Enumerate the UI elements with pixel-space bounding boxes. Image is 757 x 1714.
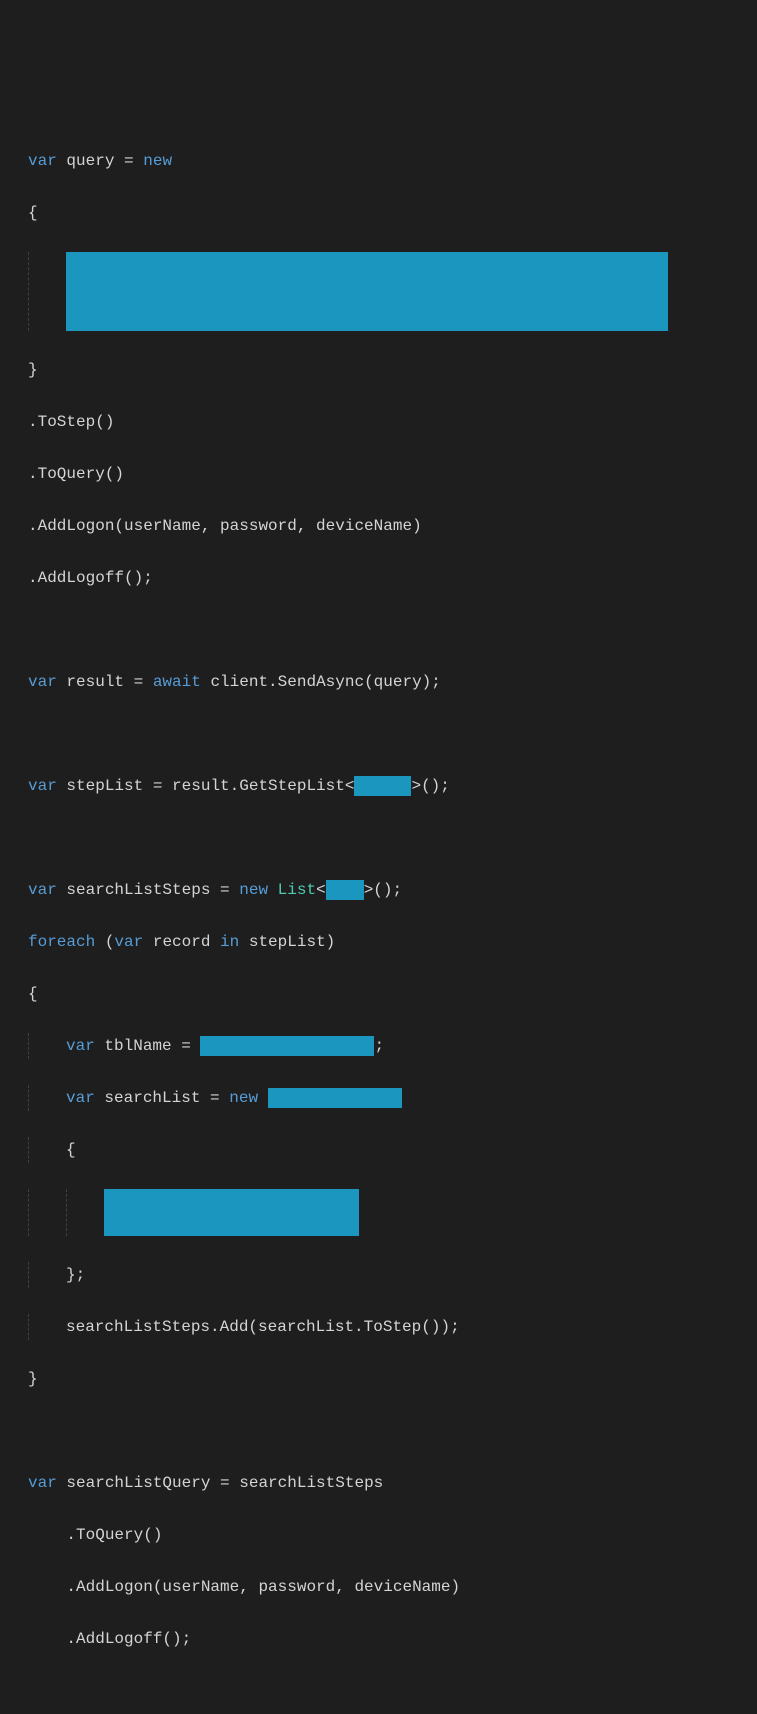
code-line: var stepList = result.GetStepList<>(); [28, 773, 735, 799]
code-line [28, 1189, 735, 1236]
code-line: foreach (var record in stepList) [28, 929, 735, 955]
code-line: { [28, 1137, 735, 1163]
keyword-var: var [28, 152, 57, 170]
keyword-var: var [28, 1474, 57, 1492]
code-line: .ToStep() [28, 409, 735, 435]
keyword-var: var [66, 1037, 95, 1055]
code-line: var query = new [28, 148, 735, 174]
code-line: { [28, 981, 735, 1007]
keyword-var: var [28, 881, 57, 899]
code-line: } [28, 1366, 735, 1392]
code-line: { [28, 200, 735, 226]
code-line: .ToQuery() [28, 1522, 735, 1548]
code-line: .AddLogoff(); [28, 565, 735, 591]
code-line: .AddLogoff(); [28, 1626, 735, 1652]
code-line: var searchList = new [28, 1085, 735, 1111]
code-line: .ToQuery() [28, 461, 735, 487]
blank-line [28, 1678, 735, 1704]
redacted-block [354, 776, 411, 796]
code-line: searchListSteps.Add(searchList.ToStep())… [28, 1314, 735, 1340]
redacted-block [200, 1036, 374, 1056]
redacted-block [326, 880, 364, 900]
blank-line [28, 1418, 735, 1444]
keyword-var: var [114, 933, 143, 951]
code-line: var tblName = ; [28, 1033, 735, 1059]
code-line: var searchListSteps = new List<>(); [28, 877, 735, 903]
blank-line [28, 721, 735, 747]
code-line: var searchListQuery = searchListSteps [28, 1470, 735, 1496]
keyword-var: var [66, 1089, 95, 1107]
code-editor[interactable]: var query = new { } .ToStep() .ToQuery()… [28, 122, 735, 1714]
code-line: } [28, 357, 735, 383]
code-line [28, 252, 735, 331]
code-line: .AddLogon(userName, password, deviceName… [28, 513, 735, 539]
redacted-block [66, 252, 668, 331]
redacted-block [104, 1189, 359, 1236]
keyword-foreach: foreach [28, 933, 95, 951]
blank-line [28, 825, 735, 851]
redacted-block [268, 1088, 402, 1108]
code-line: .AddLogon(userName, password, deviceName… [28, 1574, 735, 1600]
blank-line [28, 617, 735, 643]
keyword-var: var [28, 673, 57, 691]
code-line: var result = await client.SendAsync(quer… [28, 669, 735, 695]
code-line: }; [28, 1262, 735, 1288]
keyword-var: var [28, 777, 57, 795]
keyword-new: new [239, 881, 268, 899]
keyword-new: new [229, 1089, 258, 1107]
keyword-in: in [220, 933, 239, 951]
type-list: List [278, 881, 316, 899]
keyword-new: new [143, 152, 172, 170]
keyword-await: await [153, 673, 201, 691]
